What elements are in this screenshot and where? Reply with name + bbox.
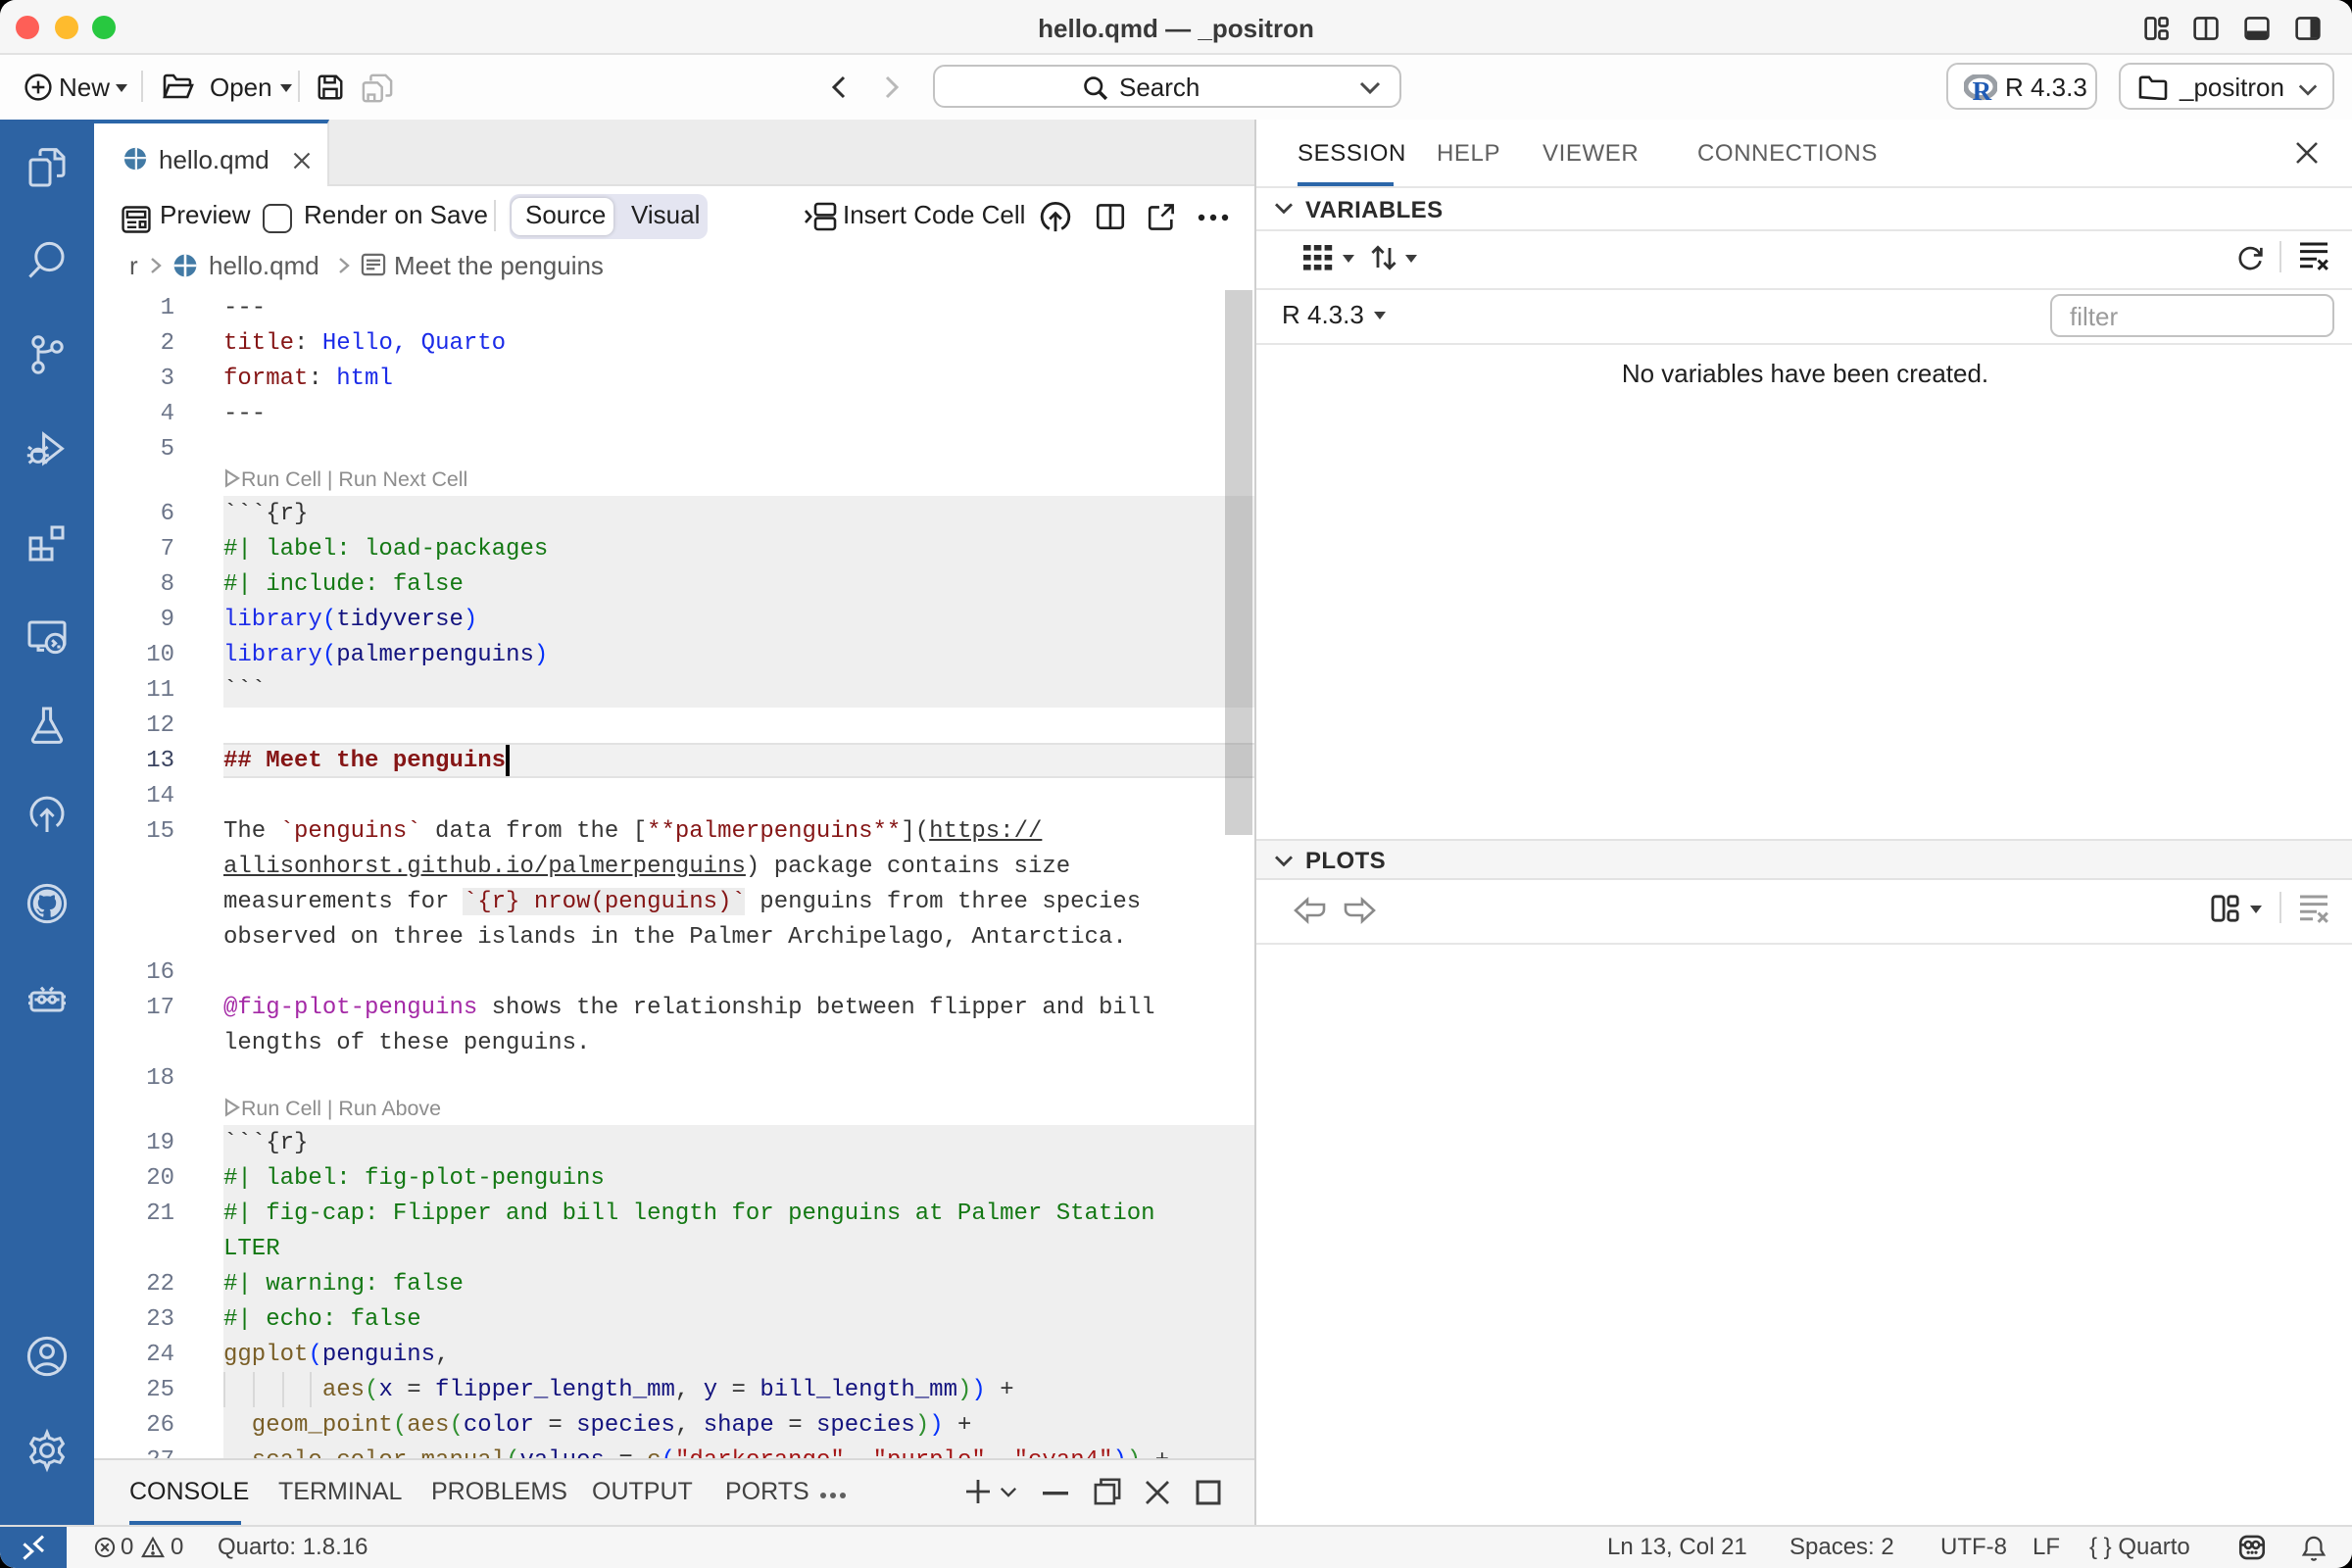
svg-text:R: R [1973,75,1992,101]
